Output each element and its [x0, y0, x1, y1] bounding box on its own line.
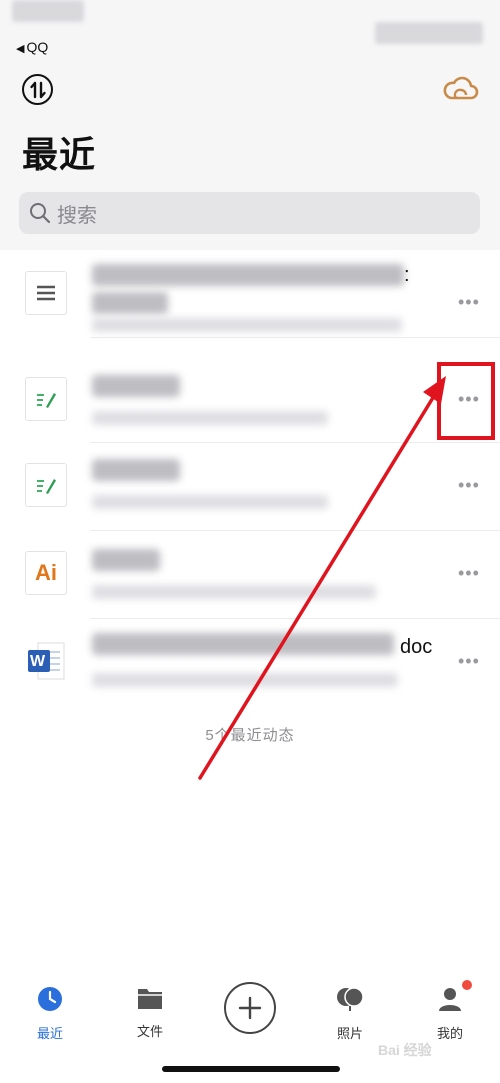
list-item[interactable]: : ••• — [0, 250, 500, 338]
page-title: 最近 — [22, 134, 97, 175]
search-icon — [30, 203, 51, 224]
search-placeholder: 搜索 — [57, 204, 97, 227]
add-button[interactable] — [224, 982, 276, 1034]
status-indicators-blurred — [375, 22, 483, 44]
divider — [90, 337, 500, 338]
plus-icon — [238, 996, 262, 1020]
recent-activity-count: 5个最近动态 — [205, 727, 295, 744]
word-document-icon: W — [25, 639, 67, 683]
status-bar: ◀ QQ — [0, 0, 500, 60]
file-name-blurred — [92, 633, 394, 655]
file-name-blurred — [92, 375, 180, 397]
file-name-visible-part: doc — [400, 636, 433, 658]
person-icon — [439, 988, 461, 1011]
note-icon — [25, 377, 67, 421]
more-options-button[interactable]: ••• — [458, 292, 480, 313]
file-name-blurred — [92, 549, 160, 571]
back-to-app-link[interactable]: ◀ QQ — [16, 39, 48, 55]
tab-files[interactable]: 文件 — [110, 986, 190, 1040]
cloud-icon — [443, 76, 479, 100]
transfer-arrows-icon — [29, 81, 46, 98]
watermark: Bai 经验 — [378, 1042, 432, 1058]
tab-recent[interactable]: 最近 — [10, 986, 90, 1042]
file-meta-blurred — [92, 673, 398, 687]
note-icon — [25, 463, 67, 507]
more-options-button[interactable]: ••• — [458, 475, 480, 496]
clock-icon — [38, 987, 62, 1011]
notification-badge — [462, 980, 472, 990]
file-name-blurred — [92, 264, 404, 286]
text-document-icon — [25, 271, 67, 315]
transfer-button[interactable] — [22, 74, 53, 105]
back-arrow-icon: ◀ — [16, 43, 25, 55]
more-options-button[interactable]: ••• — [458, 563, 480, 584]
photos-icon — [337, 987, 364, 1011]
file-meta-blurred — [92, 495, 328, 509]
annotation-highlight-box — [437, 362, 495, 440]
home-indicator — [162, 1066, 340, 1072]
cloud-sync-button[interactable] — [442, 72, 480, 104]
search-input[interactable]: 搜索 — [19, 192, 480, 234]
tab-photos[interactable]: 照片 — [310, 986, 390, 1042]
more-options-button[interactable]: ••• — [458, 651, 480, 672]
file-name-blurred-line2 — [92, 292, 168, 314]
file-name-visible-part: : — [404, 264, 410, 286]
file-name-blurred — [92, 459, 180, 481]
folder-icon — [138, 989, 162, 1009]
illustrator-file-icon: Ai — [25, 551, 67, 595]
list-item[interactable]: Ai ••• — [0, 531, 500, 619]
status-time-blurred — [12, 0, 84, 22]
file-meta-blurred — [92, 585, 376, 599]
file-meta-blurred — [92, 411, 328, 425]
tab-mine[interactable]: 我的 — [410, 980, 490, 1042]
list-item[interactable]: ••• — [0, 443, 500, 531]
file-meta-blurred — [92, 318, 402, 332]
header: ◀ QQ 最近 搜索 — [0, 0, 500, 250]
list-item[interactable]: W doc ••• — [0, 619, 500, 707]
list-item[interactable]: ••• — [0, 355, 500, 443]
